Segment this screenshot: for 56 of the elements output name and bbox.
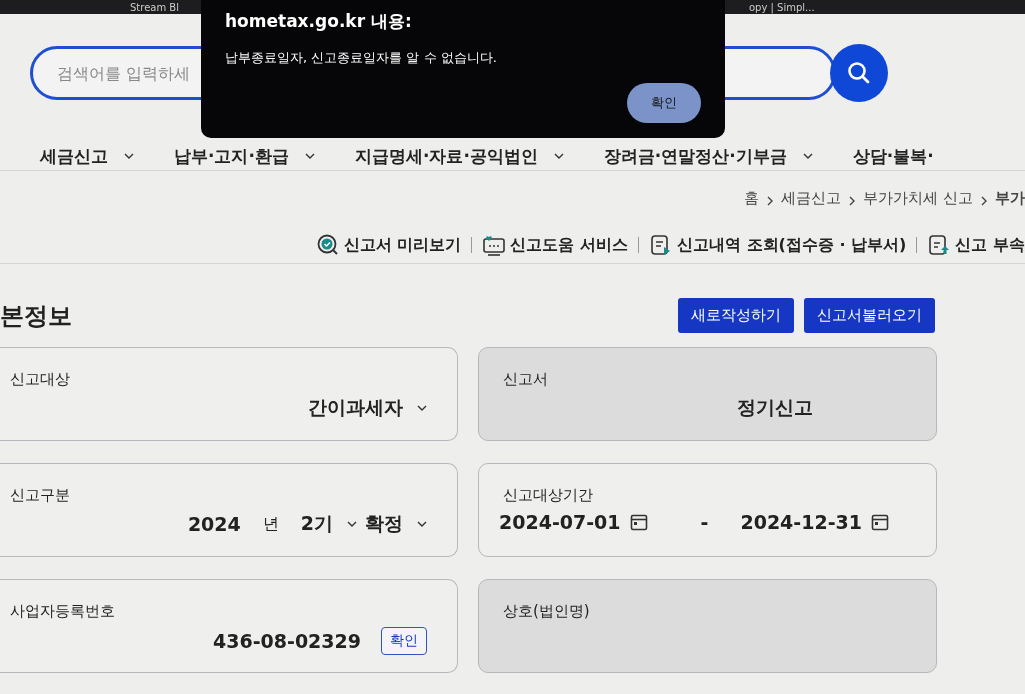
- search-button[interactable]: [830, 44, 888, 102]
- monitor-heart-icon: [482, 233, 507, 257]
- dialog-title: hometax.go.kr 내용:: [225, 10, 413, 33]
- caret-icon: [553, 152, 564, 160]
- field-label: 신고대상기간: [503, 486, 594, 505]
- breadcrumb-link[interactable]: 부가가치세 신고: [863, 189, 973, 213]
- dropdown-value[interactable]: 확정: [365, 511, 403, 537]
- primary-button[interactable]: 새로작성하기: [678, 298, 794, 333]
- field-card[interactable]: 신고대상 간이과세자: [0, 347, 458, 441]
- caret-icon: [304, 152, 315, 160]
- search-icon: [846, 60, 872, 86]
- field-card[interactable]: 사업자등록번호 436-08-02329 확인: [0, 579, 458, 673]
- chevron-icon: [767, 196, 774, 206]
- toolbar-link[interactable]: 신고 부속: [955, 234, 1025, 256]
- field-value: 436-08-02329: [213, 630, 361, 652]
- field-value: 2024: [187, 513, 241, 535]
- field-card[interactable]: 신고대상기간 2024-07-01 - 2024-12-31: [478, 463, 937, 557]
- toolbar-link[interactable]: 신고내역 조회(접수증 · 납부서): [677, 234, 907, 256]
- bookmark-link[interactable]: opy | Simpl...: [749, 2, 815, 14]
- nav-menu-item[interactable]: 장려금·연말정산·기부금: [603, 148, 813, 164]
- field-label: 신고대상: [10, 370, 71, 389]
- field-value: 정기신고: [736, 395, 813, 420]
- field-label: 신고서: [503, 370, 549, 389]
- chevron-icon: [849, 196, 856, 206]
- toolbar-link[interactable]: 신고서 미리보기: [343, 234, 462, 256]
- nav-menu-item[interactable]: 납부·고지·환급: [174, 148, 315, 164]
- date-value: 2024-07-01: [499, 511, 621, 533]
- chevron-icon: [981, 196, 987, 206]
- nav-menu-item[interactable]: 지급명세·자료·공익법인: [354, 148, 564, 164]
- field-label: 신고구분: [10, 486, 71, 505]
- field-card[interactable]: 신고구분 2024 년 2기 확정: [0, 463, 458, 557]
- field-label: 사업자등록번호: [10, 602, 116, 621]
- dropdown-value[interactable]: 간이과세자: [308, 395, 403, 421]
- field-label: 상호(법인명): [503, 602, 591, 621]
- nav-menu-item[interactable]: 세금신고: [40, 148, 134, 164]
- toolbar-link[interactable]: 신고도움 서비스: [510, 234, 628, 256]
- confirm-button[interactable]: 확인: [381, 627, 427, 655]
- breadcrumb-link[interactable]: 홈: [744, 189, 760, 213]
- bookmark-link[interactable]: Stream Bl: [130, 2, 179, 14]
- primary-button[interactable]: 신고서불러오기: [804, 298, 935, 333]
- dialog-message: 납부종료일자, 신고종료일자를 알 수 없습니다.: [225, 49, 498, 67]
- magnifier-check-icon: [315, 233, 340, 257]
- calendar-icon[interactable]: [870, 512, 890, 532]
- date-separator: -: [700, 511, 709, 533]
- caret-icon: [124, 152, 134, 160]
- document-upload-icon: [927, 233, 952, 257]
- calendar-icon[interactable]: [628, 512, 649, 532]
- breadcrumb-link[interactable]: 세금신고: [781, 189, 842, 213]
- confirm-button[interactable]: 확인: [627, 83, 701, 123]
- date-value: 2024-12-31: [740, 511, 862, 533]
- caret-icon: [802, 152, 813, 160]
- nav-menu-item[interactable]: 상담·불복·: [852, 148, 934, 164]
- dropdown-value[interactable]: 2기: [300, 511, 333, 537]
- field-value: 년: [262, 513, 279, 535]
- section-title: 본정보: [0, 300, 72, 332]
- breadcrumb-link[interactable]: 부가: [995, 189, 1025, 213]
